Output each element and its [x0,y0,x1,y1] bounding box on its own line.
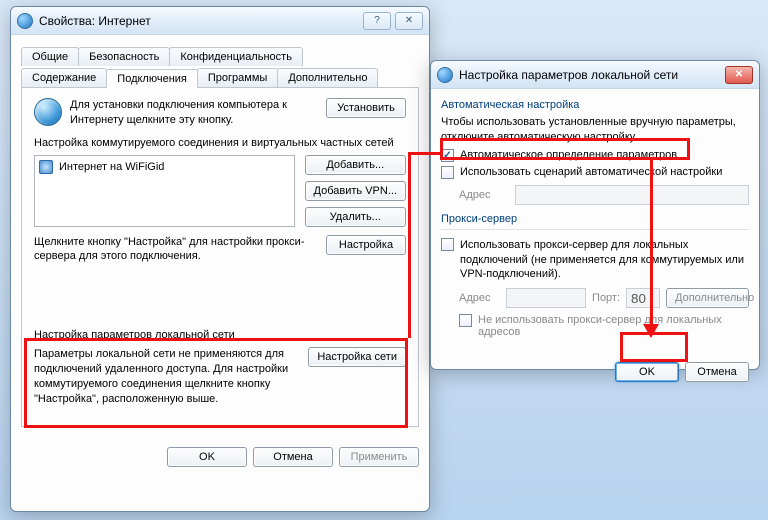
lan-settings-button[interactable]: Настройка сети [308,347,406,367]
dialup-section-label: Настройка коммутируемого соединения и ви… [34,136,406,151]
lan-description: Параметры локальной сети не применяются … [34,347,300,406]
connection-icon [39,160,53,174]
close-button[interactable]: ✕ [725,66,753,84]
script-address-input [515,185,749,205]
cancel-button[interactable]: Отмена [253,447,333,467]
tab-security[interactable]: Безопасность [78,47,170,66]
window-title: Свойства: Интернет [39,14,151,28]
internet-icon [17,13,33,29]
use-script-checkbox[interactable] [441,166,454,179]
titlebar: Настройка параметров локальной сети ✕ [431,61,759,89]
help-button[interactable]: ? [363,12,391,30]
internet-properties-window: Свойства: Интернет ? ✕ Общие Безопасност… [10,6,430,512]
proxy-advanced-button[interactable]: Дополнительно [666,288,749,308]
internet-icon [437,67,453,83]
ok-button[interactable]: OK [167,447,247,467]
globe-icon [34,98,62,126]
tab-privacy[interactable]: Конфиденциальность [169,47,303,66]
bypass-local-label: Не использовать прокси-сервер для локаль… [478,314,749,338]
proxy-hint: Щелкните кнопку "Настройка" для настройк… [34,235,318,265]
use-script-label: Использовать сценарий автоматической нас… [460,166,749,178]
setup-description: Для установки подключения компьютера к И… [70,98,318,128]
auto-detect-checkbox[interactable]: ✓ [441,149,454,162]
lan-section-label: Настройка параметров локальной сети [34,328,406,343]
cancel-button[interactable]: Отмена [685,362,749,382]
tab-connections[interactable]: Подключения [106,69,198,88]
settings-button[interactable]: Настройка [326,235,406,255]
add-vpn-button[interactable]: Добавить VPN... [305,181,406,201]
connection-name: Интернет на WiFiGid [59,161,164,173]
tab-content[interactable]: Содержание [21,68,107,87]
use-proxy-label: Использовать прокси-сервер для локальных… [460,238,749,283]
tab-advanced[interactable]: Дополнительно [277,68,378,87]
proxy-address-label: Адрес [459,292,500,304]
tab-general[interactable]: Общие [21,47,79,66]
proxy-port-label: Порт: [592,292,620,304]
apply-button[interactable]: Применить [339,447,419,467]
auto-detect-label: Автоматическое определение параметров [460,149,749,161]
window-title: Настройка параметров локальной сети [459,68,678,82]
proxy-address-input [506,288,586,308]
tab-programs[interactable]: Программы [197,68,278,87]
bypass-local-checkbox [459,314,472,327]
add-button[interactable]: Добавить... [305,155,406,175]
ok-button[interactable]: OK [615,362,679,382]
lan-settings-window: Настройка параметров локальной сети ✕ Ав… [430,60,760,370]
proxy-port-input [626,288,660,308]
use-proxy-checkbox[interactable] [441,238,454,251]
proxy-group-title: Прокси-сервер [441,213,749,225]
titlebar: Свойства: Интернет ? ✕ [11,7,429,35]
auto-group-desc: Чтобы использовать установленные вручную… [441,115,749,145]
script-address-label: Адрес [459,189,509,201]
tabs: Общие Безопасность Конфиденциальность Со… [21,45,419,88]
setup-button[interactable]: Установить [326,98,406,118]
connections-listbox[interactable]: Интернет на WiFiGid [34,155,295,227]
list-item[interactable]: Интернет на WiFiGid [39,160,290,174]
remove-button[interactable]: Удалить... [305,207,406,227]
close-button[interactable]: ✕ [395,12,423,30]
auto-group-title: Автоматическая настройка [441,99,749,111]
